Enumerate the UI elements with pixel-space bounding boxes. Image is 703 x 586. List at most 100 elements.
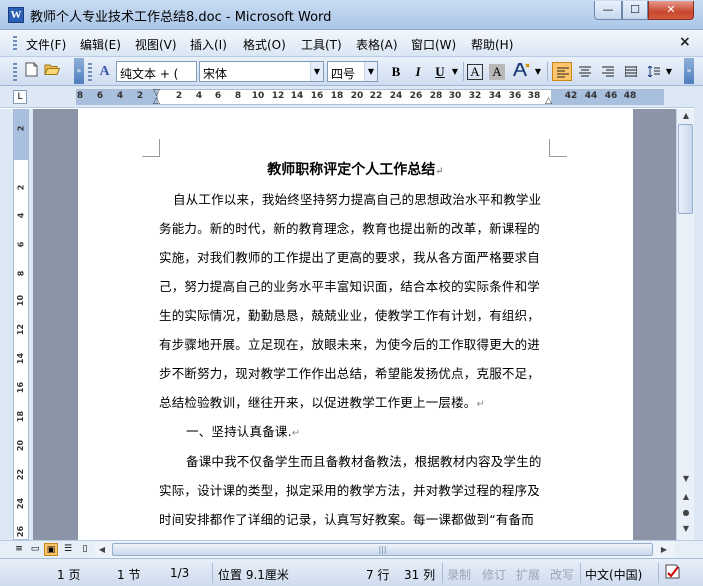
hanging-indent-marker[interactable]: △ — [153, 96, 160, 106]
scroll-up-icon[interactable]: ▲ — [678, 108, 694, 124]
vertical-ruler-number: 2 — [16, 184, 26, 191]
ruler-number: 10 — [251, 91, 265, 101]
document-area[interactable]: 教师职称评定个人工作总结↵ 自从工作以来，我始终坚持努力提高自己的思想政治水平和… — [33, 109, 676, 540]
scroll-down-icon[interactable]: ▼ — [678, 471, 694, 487]
status-separator — [442, 563, 443, 583]
close-button[interactable]: ✕ — [648, 1, 694, 20]
font-size-dropdown[interactable]: 四号 ▼ — [327, 61, 378, 82]
document-text-line: 己，努力提高自己的业务水平丰富知识面，结合本校的实际条件和学 — [159, 279, 541, 294]
text-effects-chevron-icon[interactable]: ▼ — [533, 62, 543, 81]
document-text-line: 自从工作以来，我始终坚持努力提高自己的思想政治水平和教学业 — [173, 192, 542, 207]
outline-view-icon[interactable]: ☰ — [61, 543, 75, 556]
toolbar-grip-handle-2[interactable] — [88, 63, 92, 81]
vertical-ruler-number: 22 — [16, 468, 26, 481]
ruler-number: 18 — [330, 91, 344, 101]
font-dropdown-value: 宋体 — [203, 67, 228, 81]
horizontal-scroll-thumb[interactable]: ||| — [112, 543, 653, 556]
styles-and-formatting-icon[interactable]: A — [95, 62, 114, 81]
normal-view-icon[interactable]: ≡ — [12, 543, 26, 556]
ruler-number: 30 — [448, 91, 462, 101]
menu-format[interactable]: 格式(O) — [243, 36, 286, 53]
document-text-line: 一、坚持认真备课.↵ — [186, 424, 301, 439]
scroll-right-icon[interactable]: ▶ — [657, 542, 671, 558]
chevron-down-icon[interactable]: ▼ — [364, 62, 377, 81]
minimize-button[interactable]: — — [594, 1, 622, 20]
menu-grip-handle[interactable] — [13, 36, 17, 52]
view-and-scroll-row: ≡ ▭ ▣ ☰ ▯ ◀ ||| ▶ — [0, 540, 703, 558]
italic-button[interactable]: I — [408, 62, 428, 81]
vertical-ruler-top-margin — [14, 110, 28, 160]
print-layout-view-icon[interactable]: ▣ — [44, 543, 58, 556]
underline-button[interactable]: U — [430, 62, 450, 81]
style-dropdown[interactable]: 纯文本 + ( — [116, 61, 197, 82]
word-app-icon: W — [8, 7, 24, 23]
align-right-button[interactable] — [598, 62, 618, 81]
previous-page-icon[interactable]: ▲ — [678, 489, 694, 505]
scroll-left-icon[interactable]: ◀ — [95, 542, 109, 558]
font-dropdown[interactable]: 宋体 ▼ — [199, 61, 324, 82]
vertical-ruler-number: 10 — [16, 294, 26, 307]
status-extend-selection[interactable]: 扩展 — [516, 566, 540, 583]
menu-insert[interactable]: 插入(I) — [190, 36, 227, 53]
menu-table[interactable]: 表格(A) — [356, 36, 398, 53]
toolbar-separator — [547, 62, 548, 81]
chevron-down-icon[interactable]: ▼ — [310, 62, 323, 81]
align-center-button[interactable] — [575, 62, 595, 81]
status-overtype[interactable]: 改写 — [550, 566, 574, 583]
vertical-ruler-number: 12 — [16, 323, 26, 336]
ruler-number: 6 — [214, 91, 222, 101]
horizontal-ruler[interactable]: 8 6 4 2 2 4 6 8 10 12 14 16 18 20 22 24 … — [76, 88, 664, 106]
ruler-number: 4 — [195, 91, 203, 101]
select-browse-object-icon[interactable]: ● — [678, 505, 694, 521]
menu-edit[interactable]: 编辑(E) — [80, 36, 121, 53]
ruler-number: 34 — [488, 91, 502, 101]
document-page[interactable]: 教师职称评定个人工作总结↵ 自从工作以来，我始终坚持努力提高自己的思想政治水平和… — [78, 109, 633, 540]
align-left-button[interactable] — [552, 62, 572, 81]
document-text-line: 实际，设计课的类型，拟定采用的教学方法，并对教学过程的程序及 — [159, 483, 541, 498]
menu-help[interactable]: 帮助(H) — [471, 36, 513, 53]
status-language[interactable]: 中文(中国) — [585, 566, 642, 583]
menu-tools[interactable]: 工具(T) — [301, 36, 342, 53]
toolbar-separator — [463, 62, 464, 81]
underline-options-chevron-icon[interactable]: ▼ — [450, 62, 460, 81]
vertical-ruler-number: 16 — [16, 381, 26, 394]
text-effects-icon[interactable] — [512, 62, 531, 81]
reading-layout-view-icon[interactable]: ▯ — [78, 543, 92, 556]
status-record-macro[interactable]: 录制 — [447, 566, 471, 583]
vertical-scroll-thumb[interactable] — [678, 124, 693, 214]
open-folder-icon[interactable] — [42, 62, 61, 81]
character-border-button[interactable]: A — [467, 64, 483, 80]
vertical-ruler-number: 24 — [16, 497, 26, 510]
ruler-number: 28 — [429, 91, 443, 101]
toolbar-options-chevron-icon-2[interactable]: » — [684, 58, 694, 84]
document-close-icon[interactable]: × — [679, 34, 691, 50]
new-document-icon[interactable] — [22, 62, 41, 81]
status-separator — [658, 563, 659, 583]
line-spacing-chevron-icon[interactable]: ▼ — [664, 62, 674, 81]
line-spacing-button[interactable] — [644, 62, 664, 81]
status-separator — [212, 563, 213, 583]
bold-button[interactable]: B — [386, 62, 406, 81]
status-track-changes[interactable]: 修订 — [482, 566, 506, 583]
spelling-grammar-status-icon[interactable] — [664, 563, 682, 582]
ruler-number: 12 — [271, 91, 285, 101]
horizontal-scrollbar[interactable]: ◀ ||| ▶ — [95, 542, 675, 558]
menu-window[interactable]: 窗口(W) — [411, 36, 456, 53]
toolbar-grip-handle[interactable] — [13, 63, 17, 81]
vertical-ruler-number: 14 — [16, 352, 26, 365]
maximize-button[interactable]: ☐ — [622, 1, 648, 20]
vertical-ruler[interactable]: 2 2 4 6 8 10 12 14 16 18 20 22 24 26 — [13, 109, 29, 540]
vertical-scrollbar[interactable]: ▲ ▼ ▲ ● ▼ — [676, 109, 694, 540]
tab-selector[interactable]: L — [13, 90, 27, 104]
right-indent-marker[interactable]: △ — [545, 96, 552, 106]
toolbar-options-chevron-icon[interactable]: » — [74, 58, 84, 84]
character-shading-button[interactable]: A — [489, 64, 505, 80]
distributed-align-button[interactable] — [621, 62, 641, 81]
document-text-line: 有步骤地开展。立足现在，放眼未来，为使今后的工作取得更大的进 — [159, 337, 541, 352]
menu-view[interactable]: 视图(V) — [135, 36, 177, 53]
menu-file[interactable]: 文件(F) — [26, 36, 66, 53]
ruler-number: 38 — [527, 91, 541, 101]
next-page-icon[interactable]: ▼ — [678, 521, 694, 537]
web-layout-view-icon[interactable]: ▭ — [28, 543, 42, 556]
vertical-ruler-number: 8 — [16, 270, 26, 277]
